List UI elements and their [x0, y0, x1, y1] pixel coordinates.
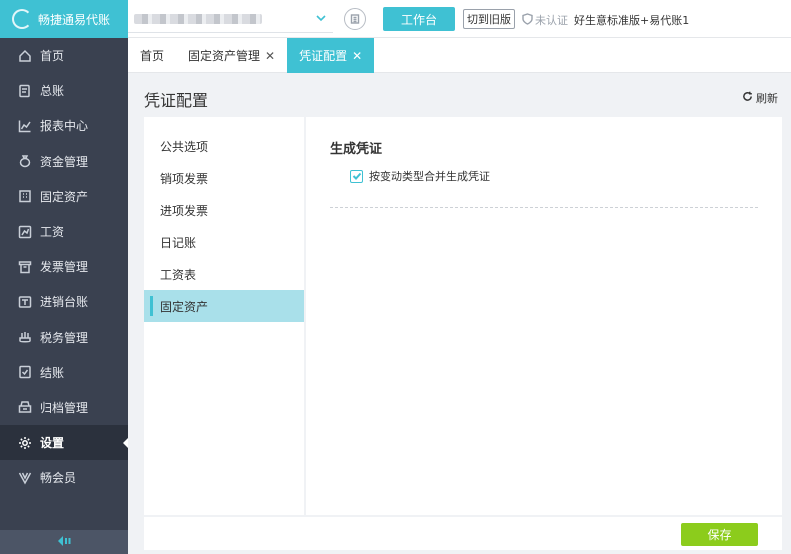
sidebar-item-label: 税务管理 — [40, 330, 89, 345]
top-bar: 工作台 切到旧版 未认证 好生意标准版+易代账1 — [128, 0, 791, 38]
chevron-down-icon — [315, 12, 327, 27]
money-bag-icon — [18, 154, 32, 168]
archive-icon — [18, 400, 32, 414]
company-name-redacted — [134, 14, 262, 24]
tab-label: 首页 — [140, 49, 165, 63]
switch-old-version-button[interactable]: 切到旧版 — [463, 9, 515, 29]
sidebar-item-label: 进销台账 — [40, 295, 89, 310]
home-icon — [18, 49, 32, 63]
vip-icon — [18, 471, 32, 485]
sidebar-item-label: 工资 — [40, 225, 65, 240]
company-selector[interactable] — [128, 6, 333, 32]
collapse-arrow-icon — [56, 535, 72, 550]
tab-bar: 首页 固定资产管理 ✕ 凭证配置 ✕ — [128, 38, 791, 73]
sidebar-item-purchase-sales[interactable]: 进销台账 — [0, 284, 128, 319]
config-menu-item-label: 工资表 — [160, 267, 197, 282]
ledger-icon — [18, 84, 32, 98]
config-menu-item-purchase-invoice[interactable]: 进项发票 — [144, 194, 304, 226]
tab-voucher-config[interactable]: 凭证配置 ✕ — [287, 38, 375, 73]
sidebar-item-invoices[interactable]: 发票管理 — [0, 249, 128, 284]
merge-by-change-type-option[interactable]: 按变动类型合并生成凭证 — [350, 168, 490, 184]
sidebar-item-tax[interactable]: 税务管理 — [0, 320, 128, 355]
sidebar-item-label: 设置 — [40, 436, 65, 451]
close-icon[interactable]: ✕ — [352, 49, 362, 63]
save-button[interactable]: 保存 — [681, 523, 758, 546]
brand-name: 畅捷通易代账 — [38, 12, 111, 27]
config-menu-item-public-options[interactable]: 公共选项 — [144, 130, 304, 162]
footer-bar: 保存 — [144, 517, 782, 550]
config-menu-item-label: 进项发票 — [160, 203, 209, 218]
config-panel: 生成凭证 按变动类型合并生成凭证 — [306, 117, 782, 515]
tab-home[interactable]: 首页 — [128, 38, 176, 73]
sidebar-item-settings[interactable]: 设置 — [0, 425, 128, 461]
sidebar-item-label: 首页 — [40, 49, 65, 64]
tab-fixed-asset-management[interactable]: 固定资产管理 ✕ — [176, 38, 287, 73]
certification-info: 未认证 好生意标准版+易代账1 — [522, 12, 689, 28]
sidebar-item-label: 发票管理 — [40, 260, 89, 275]
tax-icon — [18, 330, 32, 344]
sidebar-item-archive[interactable]: 归档管理 — [0, 390, 128, 425]
sidebar-item-label: 总账 — [40, 84, 65, 99]
checkbox-label: 按变动类型合并生成凭证 — [369, 170, 490, 183]
sidebar-item-reports[interactable]: 报表中心 — [0, 108, 128, 143]
section-title: 生成凭证 — [330, 142, 383, 157]
chart-icon — [18, 119, 32, 133]
sidebar-item-vip[interactable]: 畅会员 — [0, 460, 128, 495]
refresh-button[interactable]: 刷新 — [742, 90, 778, 106]
tab-label: 固定资产管理 — [188, 49, 261, 63]
refresh-label: 刷新 — [756, 92, 778, 105]
building-icon — [18, 189, 32, 203]
sidebar-nav: 首页 总账 报表中心 资金管理 固定资产 工资 发票管理 进销台账 税务管理 结… — [0, 38, 128, 495]
checkmark-icon — [352, 172, 361, 180]
workbench-button[interactable]: 工作台 — [383, 7, 455, 31]
company-selector-underline — [128, 32, 333, 33]
page-title: 凭证配置 — [144, 91, 209, 110]
checkout-icon — [18, 365, 32, 379]
sidebar-item-home[interactable]: 首页 — [0, 38, 128, 73]
brand-logo[interactable]: 畅捷通易代账 — [0, 0, 128, 38]
invoice-icon — [18, 260, 32, 274]
config-menu-item-journal[interactable]: 日记账 — [144, 226, 304, 258]
refresh-icon — [742, 91, 756, 105]
salary-icon — [18, 225, 32, 239]
calendar-icon[interactable] — [344, 8, 366, 30]
config-menu-item-payroll[interactable]: 工资表 — [144, 258, 304, 290]
sidebar-item-label: 资金管理 — [40, 154, 89, 169]
plan-name: 好生意标准版+易代账1 — [574, 14, 690, 27]
config-menu-item-fixed-assets[interactable]: 固定资产 — [144, 290, 304, 322]
close-icon[interactable]: ✕ — [265, 49, 275, 63]
sidebar-item-funds[interactable]: 资金管理 — [0, 144, 128, 179]
sidebar: 畅捷通易代账 首页 总账 报表中心 资金管理 固定资产 工资 发票管理 进销台账… — [0, 0, 128, 554]
sidebar-item-salary[interactable]: 工资 — [0, 214, 128, 249]
dashed-divider — [330, 207, 758, 208]
sidebar-collapse-button[interactable] — [0, 530, 128, 554]
sidebar-item-checkout[interactable]: 结账 — [0, 355, 128, 390]
brand-logo-icon — [12, 9, 32, 29]
config-menu: 公共选项 销项发票 进项发票 日记账 工资表 固定资产 — [144, 117, 304, 515]
tab-label: 凭证配置 — [299, 49, 348, 63]
sidebar-item-label: 报表中心 — [40, 119, 89, 134]
certification-status[interactable]: 未认证 — [535, 12, 568, 28]
config-menu-item-label: 日记账 — [160, 235, 197, 250]
sidebar-item-label: 结账 — [40, 365, 65, 380]
sidebar-item-label: 畅会员 — [40, 471, 77, 486]
shield-icon — [522, 12, 535, 28]
config-menu-item-label: 销项发票 — [160, 171, 209, 186]
sidebar-item-fixed-assets[interactable]: 固定资产 — [0, 179, 128, 214]
sidebar-item-label: 归档管理 — [40, 400, 89, 415]
config-menu-item-label: 固定资产 — [160, 299, 209, 314]
merge-by-change-type-checkbox[interactable] — [350, 169, 363, 183]
sidebar-item-label: 固定资产 — [40, 189, 89, 204]
sidebar-item-ledger[interactable]: 总账 — [0, 73, 128, 108]
register-icon — [18, 295, 32, 309]
config-menu-item-sales-invoice[interactable]: 销项发票 — [144, 162, 304, 194]
config-menu-item-label: 公共选项 — [160, 139, 209, 154]
gear-icon — [18, 436, 32, 450]
